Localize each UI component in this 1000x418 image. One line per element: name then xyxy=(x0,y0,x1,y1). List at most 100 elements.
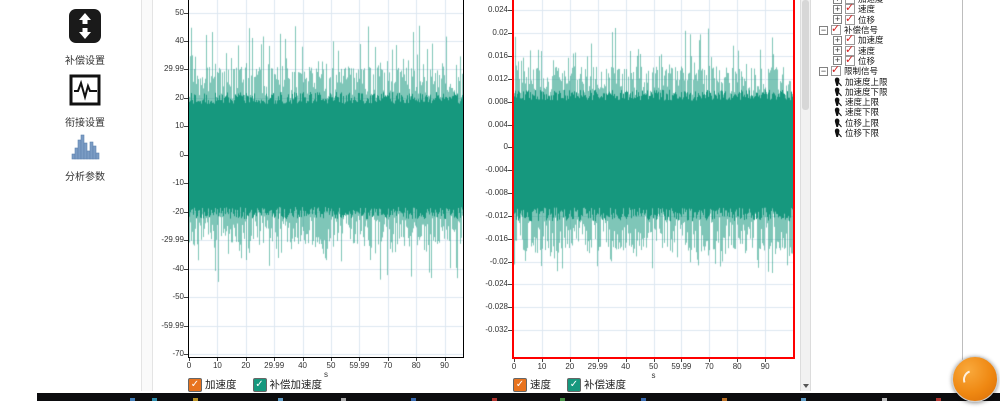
legend-checkbox[interactable]: ✓ xyxy=(188,378,202,392)
taskbar-icon-sliver[interactable] xyxy=(882,398,887,401)
y-tick-label: -0.004 xyxy=(485,166,508,174)
scrollbar-thumb[interactable] xyxy=(802,0,809,110)
y-tick-label: 0.024 xyxy=(488,6,508,14)
scroll-down-arrow-icon[interactable] xyxy=(801,375,810,385)
tree-item-限制信号[interactable]: −限制信号 xyxy=(817,66,961,76)
waveform-icon xyxy=(69,93,101,110)
x-tick-label: 20 xyxy=(241,361,250,370)
y-tick-label: 10 xyxy=(175,122,184,130)
signal-checked-icon[interactable] xyxy=(845,15,855,25)
plot-area[interactable] xyxy=(188,0,464,358)
y-tick-label: -10 xyxy=(172,179,184,187)
legend-item: ✓补偿加速度 xyxy=(253,377,323,392)
y-tick-label: 0.004 xyxy=(488,121,508,129)
y-tick-label: -0.012 xyxy=(485,212,508,220)
x-tick-label: 20 xyxy=(565,362,574,371)
limit-signal-icon xyxy=(833,97,842,107)
legend-checkbox[interactable]: ✓ xyxy=(253,378,267,392)
x-tick-label: 90 xyxy=(761,362,770,371)
taskbar-icon-sliver[interactable] xyxy=(411,398,416,401)
signal-canvas xyxy=(189,0,463,357)
expand-icon[interactable]: + xyxy=(833,36,842,45)
x-tick-label: 50 xyxy=(327,361,336,370)
taskbar-icon-sliver[interactable] xyxy=(152,398,157,401)
legend-checkbox[interactable]: ✓ xyxy=(513,378,527,392)
app-window: 补偿设置 衔接设置 分析参数 504029.9920100-10-20-29.9… xyxy=(0,0,1000,418)
x-tick-label: 90 xyxy=(440,361,449,370)
taskbar-icon-sliver[interactable] xyxy=(130,398,135,401)
signal-checked-icon[interactable] xyxy=(831,25,841,35)
tree-item-速度上限[interactable]: 速度上限 xyxy=(817,97,961,107)
expand-icon[interactable]: + xyxy=(833,5,842,14)
tree-item-速度下限[interactable]: 速度下限 xyxy=(817,107,961,117)
x-tick-label: 70 xyxy=(705,362,714,371)
tree-item-加速度[interactable]: +加速度 xyxy=(817,35,961,45)
tree-item-补偿信号[interactable]: −补偿信号 xyxy=(817,25,961,35)
limit-signal-icon xyxy=(833,107,842,117)
x-axis-labels: 0102029.99405059.99708090 xyxy=(514,360,793,370)
y-tick-label: -29.99 xyxy=(161,236,184,244)
histogram-icon xyxy=(69,147,101,164)
tree-item-速度[interactable]: +速度 xyxy=(817,4,961,14)
tool-label: 分析参数 xyxy=(30,168,140,183)
x-tick-label: 80 xyxy=(412,361,421,370)
taskbar-icon-sliver[interactable] xyxy=(193,398,198,401)
collapse-icon[interactable]: − xyxy=(819,67,828,76)
analysis-params-button[interactable]: 分析参数 xyxy=(30,132,140,183)
legend-label: 加速度 xyxy=(205,377,237,392)
legend-item: ✓补偿速度 xyxy=(567,377,626,392)
y-tick-label: -50 xyxy=(172,293,184,301)
legend-label: 补偿速度 xyxy=(584,377,626,392)
y-tick-label: 0.02 xyxy=(492,29,508,37)
taskbar-icon-sliver[interactable] xyxy=(560,398,565,401)
taskbar-icon-sliver[interactable] xyxy=(722,398,727,401)
signal-checked-icon[interactable] xyxy=(831,66,841,76)
y-tick-label: -0.032 xyxy=(485,326,508,334)
tool-label: 补偿设置 xyxy=(30,52,140,67)
velocity-chart: 0.0240.020.0160.0120.0080.0040-0.004-0.0… xyxy=(462,0,802,392)
tree-item-位移上限[interactable]: 位移上限 xyxy=(817,118,961,128)
taskbar-icon-sliver[interactable] xyxy=(641,398,646,401)
legend-checkbox[interactable]: ✓ xyxy=(567,378,581,392)
legend: ✓速度✓补偿速度 xyxy=(513,377,626,392)
y-tick-label: 20 xyxy=(175,94,184,102)
taskbar-icon-sliver[interactable] xyxy=(492,398,497,401)
legend-label: 补偿加速度 xyxy=(270,377,323,392)
legend: ✓加速度✓补偿加速度 xyxy=(188,377,322,392)
tree-item-加速度下限[interactable]: 加速度下限 xyxy=(817,87,961,97)
taskbar-icon-sliver[interactable] xyxy=(936,398,941,401)
signal-tree: +加速度+速度+位移−补偿信号+加速度+速度+位移−限制信号加速度上限加速度下限… xyxy=(817,0,961,138)
limit-signal-icon xyxy=(833,87,842,97)
signal-checked-icon[interactable] xyxy=(845,56,855,66)
compensation-settings-button[interactable]: 补偿设置 xyxy=(30,8,140,67)
y-axis-labels: 0.0240.020.0160.0120.0080.0040-0.004-0.0… xyxy=(462,0,508,359)
x-tick-label: 10 xyxy=(537,362,546,371)
y-tick-label: 0.016 xyxy=(488,52,508,60)
limit-signal-icon xyxy=(833,118,842,128)
y-tick-label: -20 xyxy=(172,208,184,216)
y-tick-label: 29.99 xyxy=(164,65,184,73)
x-tick-label: 29.99 xyxy=(588,362,608,371)
windows-taskbar[interactable] xyxy=(37,393,1000,401)
plot-area-selected[interactable] xyxy=(512,0,795,359)
taskbar-icon-sliver[interactable] xyxy=(278,398,283,401)
legend-item: ✓速度 xyxy=(513,377,551,392)
collapse-icon[interactable]: − xyxy=(819,26,828,35)
y-tick-label: -0.024 xyxy=(485,280,508,288)
x-tick-label: 10 xyxy=(213,361,222,370)
brand-floating-button[interactable] xyxy=(952,356,998,402)
link-settings-button[interactable]: 衔接设置 xyxy=(30,74,140,129)
tree-item-加速度上限[interactable]: 加速度上限 xyxy=(817,76,961,86)
taskbar-icon-sliver[interactable] xyxy=(341,398,346,401)
vertical-scrollbar[interactable] xyxy=(800,0,811,391)
y-tick-label: -0.016 xyxy=(485,235,508,243)
tree-item-位移下限[interactable]: 位移下限 xyxy=(817,128,961,138)
tree-item-label: 位移下限 xyxy=(845,127,879,139)
tree-item-速度[interactable]: +速度 xyxy=(817,45,961,55)
x-tick-label: 40 xyxy=(621,362,630,371)
signal-tree-panel: +加速度+速度+位移−补偿信号+加速度+速度+位移−限制信号加速度上限加速度下限… xyxy=(813,0,961,391)
expand-icon[interactable]: + xyxy=(833,46,842,55)
taskbar-icon-sliver[interactable] xyxy=(801,398,806,401)
y-tick-label: -59.99 xyxy=(161,322,184,330)
x-tick-label: 59.99 xyxy=(671,362,691,371)
